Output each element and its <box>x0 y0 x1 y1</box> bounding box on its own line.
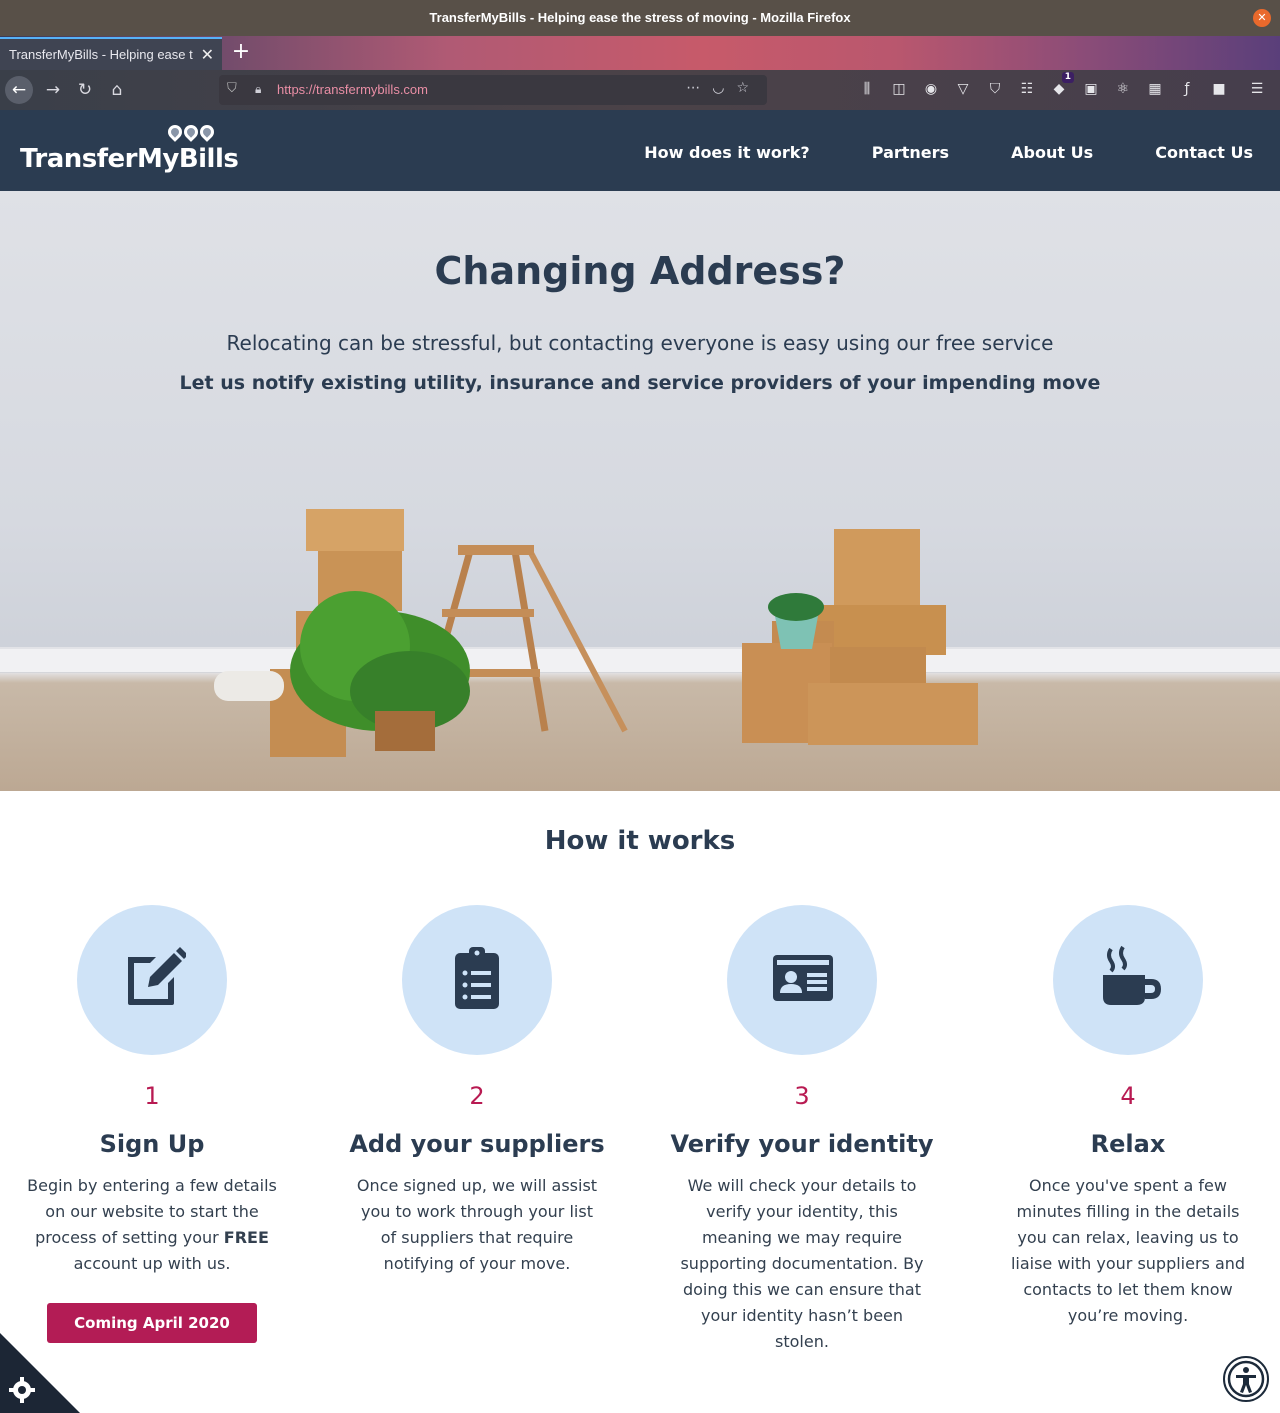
reload-icon[interactable]: ↻ <box>71 76 99 104</box>
tab-transfermybills[interactable]: TransferMyBills - Helping ease the stres… <box>0 37 222 70</box>
lock-icon[interactable]: 🔒︎ <box>255 80 261 98</box>
sidebar-icon[interactable]: ◫ <box>888 78 910 100</box>
extension-square-icon[interactable]: ■ <box>1208 78 1230 100</box>
step-number: 3 <box>794 1082 810 1110</box>
new-tab-icon[interactable]: + <box>230 41 252 63</box>
step-title: Verify your identity <box>670 1130 934 1158</box>
step-number: 1 <box>144 1082 160 1110</box>
window-titlebar: TransferMyBills - Helping ease the stres… <box>0 0 1280 36</box>
step-description: Once you've spent a few minutes filling … <box>1010 1176 1246 1325</box>
window-close-icon[interactable]: ✕ <box>1253 9 1271 27</box>
step-number: 2 <box>469 1082 485 1110</box>
page-actions-icon[interactable]: ⋯ <box>686 80 712 96</box>
toolbar-icons: ⫼ ◫ ◉ ▽ ⛉ ☷ ◆ 1 ▣ ⚛ ▦ ƒ ■ ☰ <box>856 72 1278 102</box>
step-relax: 4 Relax Once you've spent a few minutes … <box>978 905 1278 1329</box>
forward-icon[interactable]: → <box>39 76 67 104</box>
site-logo[interactable]: TransferMyBills <box>20 122 239 180</box>
logo-text: TransferMyBills <box>20 144 239 174</box>
main-nav: How does it work? Partners About Us Cont… <box>587 143 1253 162</box>
extension-badge-icon[interactable]: ◆ 1 <box>1048 72 1074 100</box>
hero-tagline: Let us notify existing utility, insuranc… <box>179 372 1101 394</box>
how-it-works-title: How it works <box>544 826 736 856</box>
hero-section: Changing Address? Relocating can be stre… <box>0 191 1280 791</box>
tab-strip: TransferMyBills - Helping ease the stres… <box>0 36 1280 70</box>
window-title: TransferMyBills - Helping ease the stres… <box>429 10 851 25</box>
step-description: Begin by entering a few details on our w… <box>27 1176 277 1273</box>
step-title: Relax <box>1090 1130 1166 1158</box>
accessibility-icon[interactable] <box>1223 1356 1269 1402</box>
url-text[interactable]: https://transfermybills.com <box>277 82 428 97</box>
step-icon-circle <box>1053 905 1203 1055</box>
account-icon[interactable]: ◉ <box>920 78 942 100</box>
browser-toolbar: ← → ↻ ⌂ ⛉ 🔒︎ https://transfermybills.com… <box>0 70 1280 110</box>
tracking-shield-icon[interactable]: ⛉ <box>227 80 241 98</box>
menu-icon[interactable]: ☰ <box>1246 78 1268 100</box>
step-title: Add your suppliers <box>349 1130 605 1158</box>
step-sign-up: 1 Sign Up Begin by entering a few detail… <box>2 905 302 1343</box>
id-card-icon <box>773 955 833 1001</box>
step-verify-identity: 3 Verify your identity We will check you… <box>652 905 952 1355</box>
cookie-settings-icon[interactable] <box>0 1333 80 1413</box>
nav-contact-us[interactable]: Contact Us <box>1155 143 1253 162</box>
free-emphasis: FREE <box>223 1228 269 1247</box>
clipboard-list-icon <box>455 947 499 1009</box>
tab-close-icon[interactable]: ✕ <box>201 45 214 64</box>
step-description: Once signed up, we will assist you to wo… <box>356 1176 598 1273</box>
step-add-suppliers: 2 Add your suppliers Once signed up, we … <box>327 905 627 1277</box>
tab-title: TransferMyBills - Helping ease the stres… <box>9 47 193 62</box>
react-devtools-icon[interactable]: ⚛ <box>1112 78 1134 100</box>
logo-pins-icon <box>165 122 217 146</box>
step-icon-circle <box>727 905 877 1055</box>
bitwarden-icon[interactable]: ⛉ <box>984 78 1006 100</box>
bookmark-star-icon[interactable]: ☆ <box>736 80 761 96</box>
library-icon[interactable]: ⫼ <box>856 78 878 100</box>
coffee-cup-icon <box>1103 945 1161 1005</box>
home-icon[interactable]: ⌂ <box>103 76 131 104</box>
step-title: Sign Up <box>99 1130 205 1158</box>
step-icon-circle <box>402 905 552 1055</box>
extension-badge-count: 1 <box>1061 72 1074 83</box>
extension-fi-icon[interactable]: ▣ <box>1080 78 1102 100</box>
step-icon-circle <box>77 905 227 1055</box>
font-finder-icon[interactable]: ƒ <box>1176 78 1198 100</box>
back-icon[interactable]: ← <box>5 76 33 104</box>
extension-grid-icon[interactable]: ▦ <box>1144 78 1166 100</box>
nav-how-does-it-work[interactable]: How does it work? <box>644 143 809 162</box>
extension-fence-icon[interactable]: ☷ <box>1016 78 1038 100</box>
hero-title: Changing Address? <box>434 249 846 293</box>
site-header: TransferMyBills How does it work? Partne… <box>0 110 1280 191</box>
nav-about-us[interactable]: About Us <box>1011 143 1093 162</box>
edit-icon <box>128 947 186 1005</box>
nav-partners[interactable]: Partners <box>872 143 949 162</box>
hero-subtitle: Relocating can be stressful, but contact… <box>226 331 1054 355</box>
vue-devtools-icon[interactable]: ▽ <box>952 78 974 100</box>
url-bar[interactable]: ⛉ 🔒︎ https://transfermybills.com ⋯◡☆ <box>219 75 767 105</box>
step-number: 4 <box>1120 1082 1136 1110</box>
step-description: We will check your details to verify you… <box>680 1176 924 1351</box>
pocket-icon[interactable]: ◡ <box>712 80 736 96</box>
